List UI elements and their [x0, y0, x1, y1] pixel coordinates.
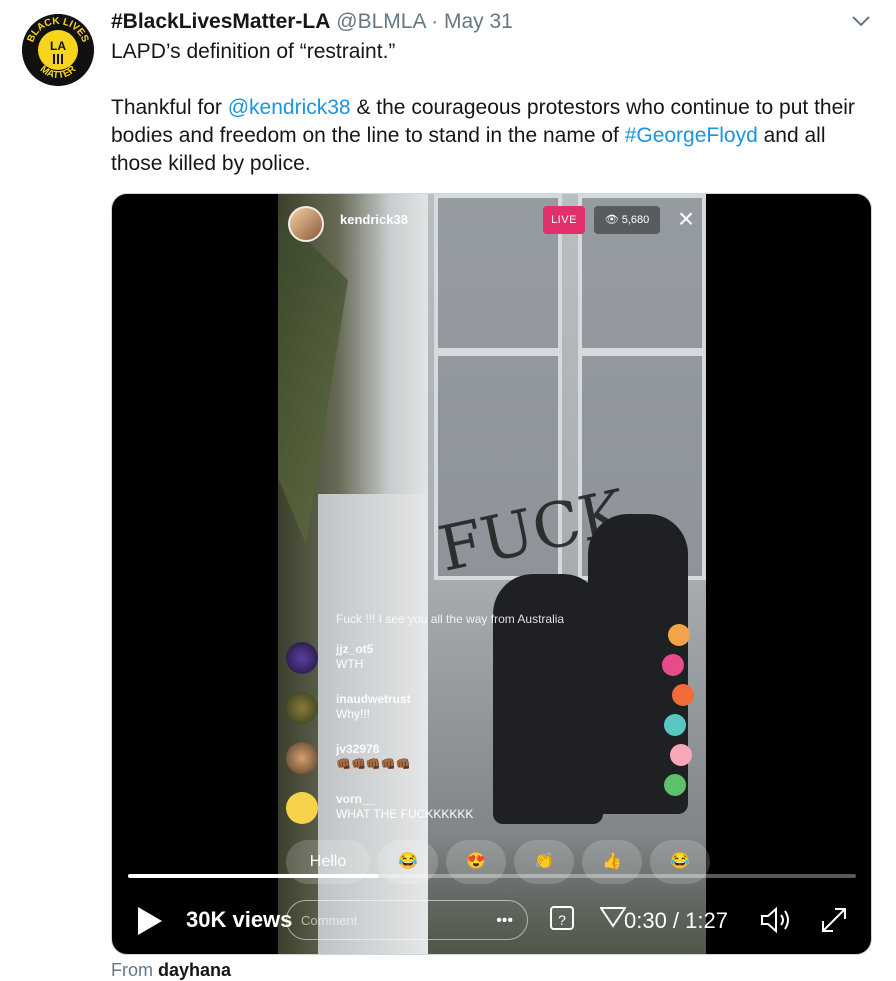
ig-username: kendrick38: [340, 212, 408, 227]
hashtag-link[interactable]: #GeorgeFloyd: [625, 124, 758, 147]
tweet-header: #BlackLivesMatter-LA @BLMLA · May 31: [111, 8, 513, 36]
display-name[interactable]: #BlackLivesMatter-LA: [111, 10, 330, 33]
ig-comment-box: Comment •••: [286, 900, 528, 940]
play-icon[interactable]: [138, 907, 162, 935]
question-icon: ?: [550, 906, 574, 930]
chevron-down-icon[interactable]: [850, 12, 872, 30]
separator: ·: [431, 10, 439, 33]
viewer-count: 👁 5,680: [594, 206, 660, 234]
view-count: 30K views: [186, 907, 293, 932]
fullscreen-icon[interactable]: [820, 906, 848, 934]
progress-bar[interactable]: [128, 874, 856, 878]
send-icon: [600, 907, 626, 928]
close-icon: ×: [677, 203, 695, 234]
volume-icon[interactable]: [760, 906, 792, 934]
mention-link[interactable]: @kendrick38: [228, 96, 351, 119]
tweet-line-1: LAPD’s definition of “restraint.”: [111, 40, 396, 63]
profile-avatar[interactable]: LA BLACK LIVES MATTER: [22, 14, 94, 86]
video-player[interactable]: FUCK kendrick38 LIVE 👁 5,680 × Fuck !!! …: [111, 193, 872, 955]
tweet-line-2: Thankful for @kendrick38 & the courageou…: [111, 96, 855, 175]
svg-text:LA: LA: [50, 39, 66, 53]
handle[interactable]: @BLMLA: [336, 10, 425, 33]
floating-hearts: [658, 614, 706, 814]
eye-icon: 👁: [604, 214, 622, 226]
player-controls: 30K views Comment ••• ? 0:30 / 1:27: [112, 894, 871, 954]
ig-live-header: kendrick38 LIVE 👁 5,680 ×: [288, 205, 696, 242]
from-user[interactable]: dayhana: [158, 960, 231, 980]
tweet-text: LAPD’s definition of “restraint.” Thankf…: [111, 38, 871, 178]
blm-la-logo: LA BLACK LIVES MATTER: [22, 14, 94, 86]
more-dots-icon: •••: [496, 912, 513, 929]
live-badge: LIVE: [543, 206, 585, 234]
time-display: 0:30 / 1:27: [624, 908, 728, 933]
ig-avatar: [288, 206, 324, 242]
tweet-date[interactable]: May 31: [444, 10, 513, 33]
progress-fill: [128, 874, 380, 878]
from-attribution: From dayhana: [111, 960, 232, 980]
